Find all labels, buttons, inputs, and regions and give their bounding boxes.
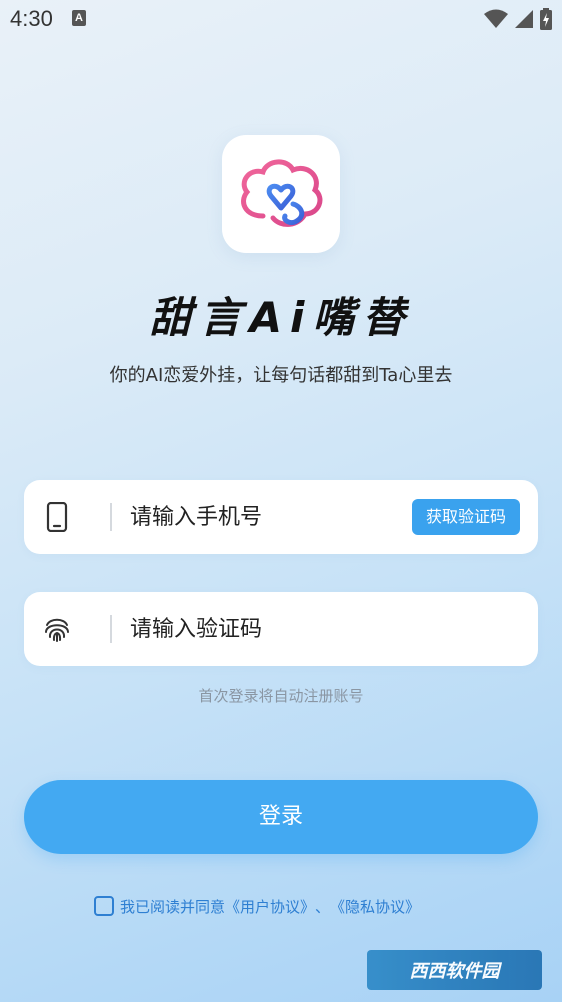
app-title: 甜言Ai嘴替 <box>149 293 413 342</box>
agreement-prefix: 我已阅读并同意 <box>120 897 226 916</box>
phone-icon <box>42 502 72 532</box>
status-bar: 4:30 A <box>0 0 562 38</box>
app-subtitle: 你的AI恋爱外挂，让每句话都甜到Ta心里去 <box>109 365 453 386</box>
input-divider <box>110 615 112 643</box>
wifi-icon <box>484 9 508 28</box>
heart-cloud-logo-icon <box>241 159 323 227</box>
notification-a-icon: A <box>72 10 86 26</box>
status-icons <box>484 8 552 30</box>
code-input-card <box>24 592 538 666</box>
login-button[interactable]: 登录 <box>24 780 538 854</box>
fingerprint-icon <box>42 614 72 644</box>
agreement-row: 我已阅读并同意 《用户协议》 、 《隐私协议》 <box>94 894 420 918</box>
user-agreement-link[interactable]: 《用户协议》 <box>225 896 315 917</box>
agreement-checkbox[interactable] <box>94 896 114 916</box>
app-logo <box>222 135 340 253</box>
auto-register-hint: 首次登录将自动注册账号 <box>198 687 364 705</box>
signal-icon <box>515 10 533 28</box>
watermark-text: 西西软件园 <box>409 961 500 982</box>
phone-input-card: 获取验证码 <box>24 480 538 554</box>
get-verification-code-button[interactable]: 获取验证码 <box>412 499 520 535</box>
phone-number-input[interactable] <box>130 497 420 537</box>
watermark-logo: 西西软件园 <box>367 950 542 990</box>
verification-code-input[interactable] <box>130 609 420 649</box>
privacy-policy-link[interactable]: 《隐私协议》 <box>330 896 420 917</box>
agreement-separator: 、 <box>315 897 331 916</box>
input-divider <box>110 503 112 531</box>
status-time: 4:30 <box>10 6 53 31</box>
battery-icon <box>540 8 552 30</box>
